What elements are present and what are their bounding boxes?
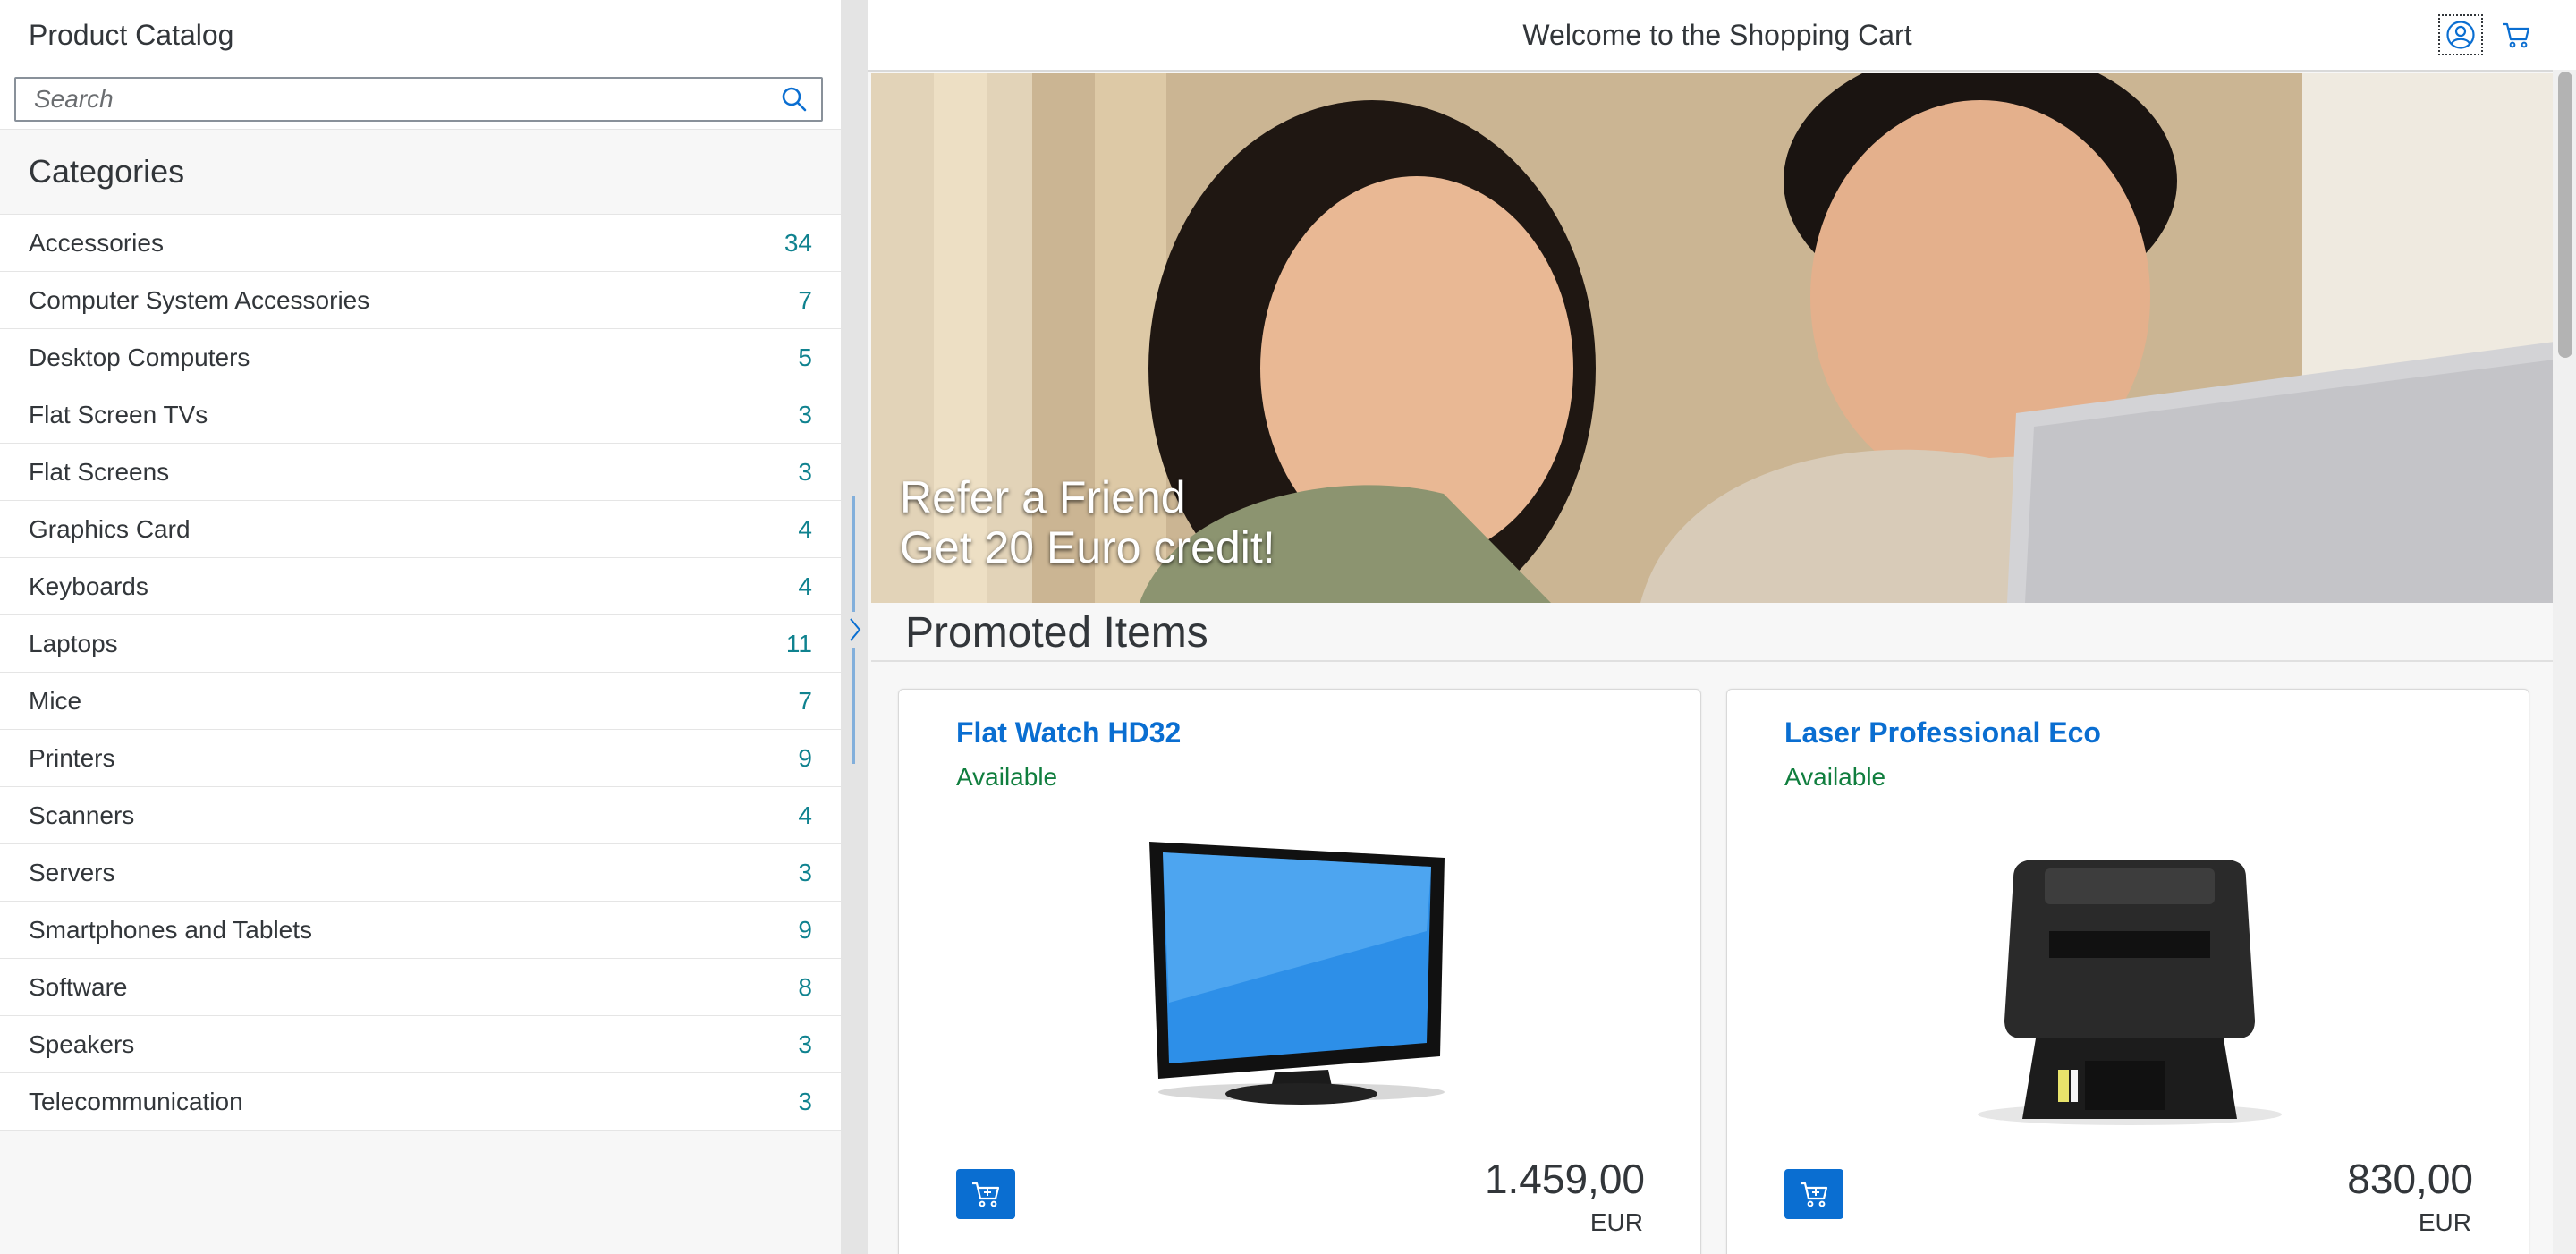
vertical-scrollbar[interactable]: [2553, 70, 2576, 1254]
list-item[interactable]: Laptops 11: [0, 615, 841, 673]
product-currency: EUR: [2418, 1208, 2471, 1236]
chevron-right-icon[interactable]: [846, 612, 864, 648]
category-count: 5: [798, 343, 812, 371]
promo-banner: Refer a Friend Get 20 Euro credit!: [871, 73, 2555, 603]
list-item[interactable]: Telecommunication 3: [0, 1073, 841, 1131]
category-label: Desktop Computers: [29, 343, 250, 371]
category-count: 3: [798, 400, 812, 428]
list-item[interactable]: Keyboards 4: [0, 558, 841, 615]
detail-title: Welcome to the Shopping Cart: [1522, 18, 1912, 51]
detail-header: Welcome to the Shopping Cart: [868, 0, 2576, 72]
category-list: Accessories 34 Computer System Accessorie…: [0, 215, 841, 1131]
category-count: 9: [798, 915, 812, 944]
category-label: Telecommunication: [29, 1087, 243, 1115]
add-to-cart-button[interactable]: [956, 1169, 1015, 1219]
list-item[interactable]: Mice 7: [0, 673, 841, 730]
search-field[interactable]: [14, 77, 823, 122]
category-label: Speakers: [29, 1029, 135, 1058]
user-avatar-icon[interactable]: [2438, 14, 2483, 55]
list-item[interactable]: Desktop Computers 5: [0, 329, 841, 386]
list-item[interactable]: Computer System Accessories 7: [0, 272, 841, 329]
category-count: 4: [798, 514, 812, 543]
detail-panel: Welcome to the Shopping Cart Refer a Fri…: [868, 0, 2576, 1254]
list-item[interactable]: Printers 9: [0, 730, 841, 787]
list-item[interactable]: Flat Screen TVs 3: [0, 386, 841, 444]
category-label: Software: [29, 972, 128, 1001]
promoted-items-title: Promoted Items: [905, 609, 1208, 657]
divider: [871, 660, 2555, 662]
category-label: Laptops: [29, 629, 118, 657]
scrollbar-thumb[interactable]: [2558, 72, 2572, 358]
category-count: 4: [798, 801, 812, 829]
product-currency: EUR: [1589, 1208, 1643, 1236]
search-icon[interactable]: [767, 79, 821, 120]
search-bar: [0, 70, 841, 130]
list-item[interactable]: Flat Screens 3: [0, 444, 841, 501]
category-count: 7: [798, 686, 812, 715]
list-item[interactable]: Scanners 4: [0, 787, 841, 844]
page-title: Product Catalog: [29, 18, 234, 51]
category-label: Graphics Card: [29, 514, 191, 543]
category-label: Computer System Accessories: [29, 285, 370, 314]
splitter[interactable]: [841, 0, 868, 1254]
banner-text: Refer a Friend Get 20 Euro credit!: [900, 472, 1275, 572]
category-label: Servers: [29, 858, 115, 886]
category-label: Flat Screens: [29, 457, 170, 486]
category-count: 3: [798, 457, 812, 486]
category-count: 3: [798, 858, 812, 886]
list-item[interactable]: Accessories 34: [0, 215, 841, 272]
category-count: 9: [798, 743, 812, 772]
category-count: 3: [798, 1029, 812, 1058]
category-label: Accessories: [29, 228, 164, 257]
product-price: 830,00: [2347, 1156, 2473, 1202]
category-count: 7: [798, 285, 812, 314]
master-panel: Product Catalog Categories Accessories34…: [0, 0, 841, 1254]
list-item[interactable]: Graphics Card 4: [0, 501, 841, 558]
category-label: Flat Screen TVs: [29, 400, 208, 428]
category-label: Printers: [29, 743, 115, 772]
list-item[interactable]: Software 8: [0, 959, 841, 1016]
search-input[interactable]: [16, 78, 767, 121]
product-price: 1.459,00: [1484, 1156, 1645, 1202]
product-card[interactable]: Laser Professional Eco Available 830,00 …: [1726, 689, 2529, 1254]
product-name-link[interactable]: Laser Professional Eco: [1784, 716, 2101, 750]
category-label: Scanners: [29, 801, 135, 829]
product-name-link[interactable]: Flat Watch HD32: [956, 716, 1181, 750]
product-card[interactable]: Flat Watch HD32 Available 1.459,00 EUR: [898, 689, 1701, 1254]
category-count: 3: [798, 1087, 812, 1115]
category-count: 8: [798, 972, 812, 1001]
list-item[interactable]: Smartphones and Tablets 9: [0, 902, 841, 959]
shopping-cart-icon[interactable]: [2494, 14, 2538, 55]
category-count: 11: [785, 629, 812, 657]
master-header: Product Catalog: [0, 0, 841, 70]
categories-header: Categories: [0, 130, 841, 215]
list-item[interactable]: Servers 3: [0, 844, 841, 902]
add-to-cart-icon: [1801, 1182, 1828, 1207]
product-image-printer: [1978, 860, 2282, 1125]
category-label: Keyboards: [29, 572, 148, 600]
add-to-cart-icon: [972, 1182, 1000, 1207]
product-image-monitor: [1149, 842, 1445, 1105]
category-label: Smartphones and Tablets: [29, 915, 313, 944]
add-to-cart-button[interactable]: [1784, 1169, 1843, 1219]
banner-line-1: Refer a Friend: [900, 472, 1186, 522]
availability-status: Available: [956, 763, 1058, 791]
category-label: Mice: [29, 686, 82, 715]
category-count: 34: [784, 228, 812, 257]
banner-line-2: Get 20 Euro credit!: [900, 522, 1275, 572]
category-count: 4: [798, 572, 812, 600]
list-item[interactable]: Speakers 3: [0, 1016, 841, 1073]
availability-status: Available: [1784, 763, 1886, 791]
